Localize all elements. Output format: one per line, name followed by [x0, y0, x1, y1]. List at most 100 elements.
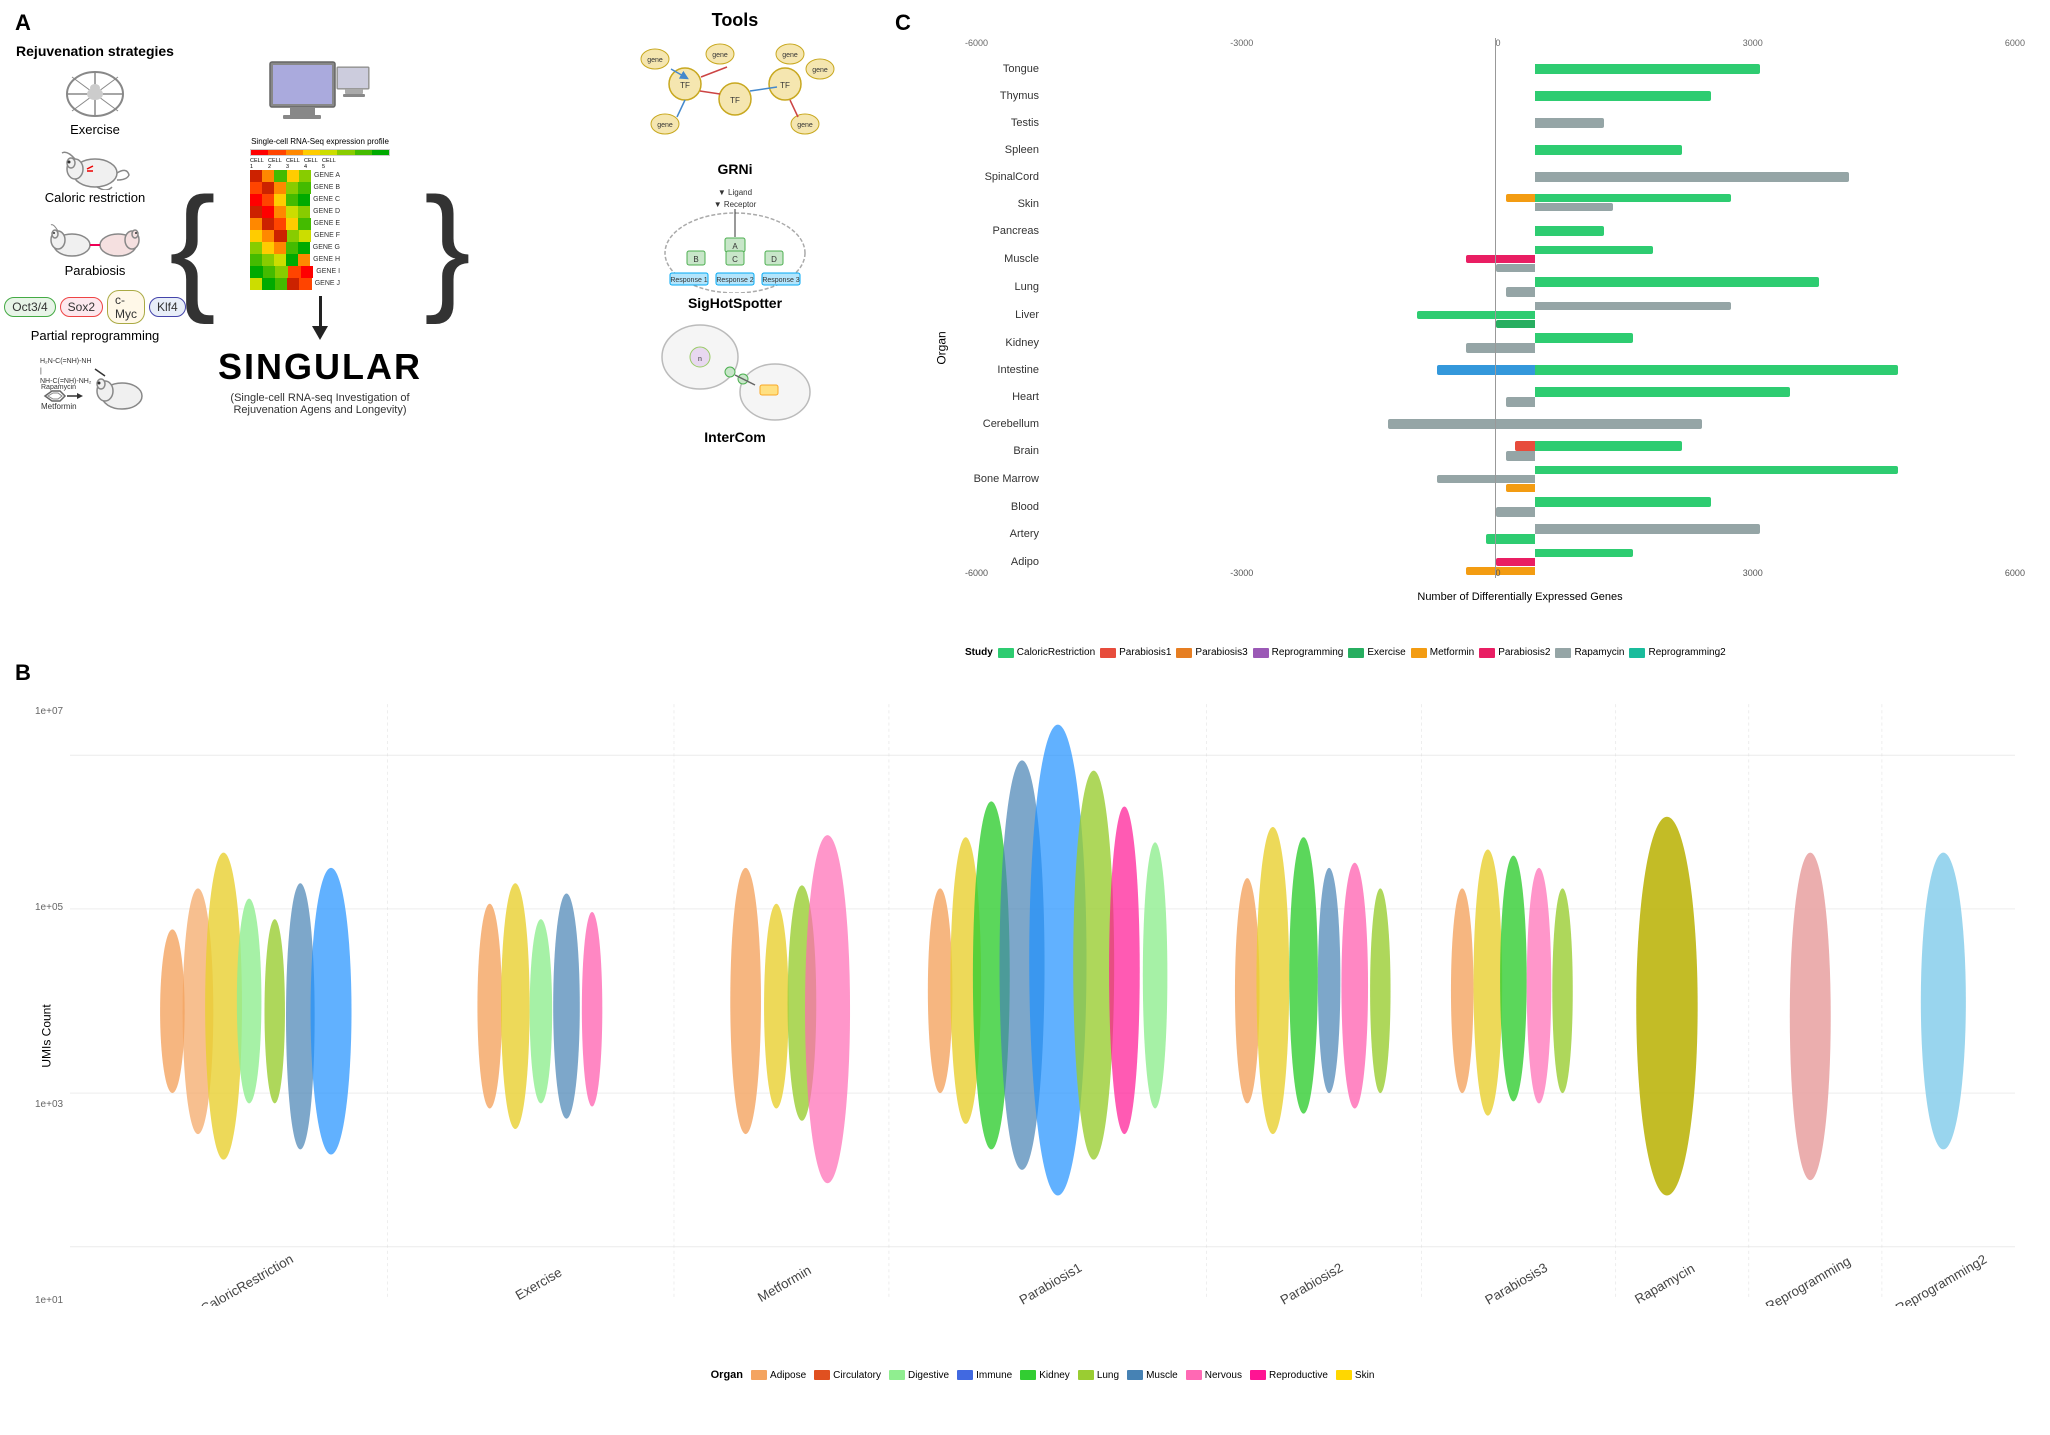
- legend-lung-b: Lung: [1078, 1370, 1119, 1381]
- sighotspotter-diagram: A B C D Response 1 Response 2 Respons: [635, 183, 835, 293]
- heatmap-title: Single-cell RNA-Seq expression profile: [251, 137, 389, 146]
- legend-caloric: CaloricRestriction: [998, 647, 1095, 658]
- legend-para2: Parabiosis2: [1479, 647, 1550, 658]
- svg-text:|: |: [40, 368, 42, 375]
- c-legend: Study CaloricRestriction Parabiosis1 Par…: [965, 647, 2030, 658]
- svg-text:CaloricRestriction: CaloricRestriction: [198, 1251, 296, 1306]
- svg-text:D: D: [771, 255, 777, 264]
- svg-text:TF: TF: [730, 96, 740, 105]
- svg-text:Reprogramming: Reprogramming: [1763, 1253, 1853, 1306]
- factor-sox: Sox2: [60, 297, 103, 317]
- caloric-mouse-icon: [57, 145, 132, 190]
- panel-c-label: C: [895, 10, 911, 36]
- right-section: Tools TF TF TF gene: [575, 10, 2035, 660]
- legend-adipose: Adipose: [751, 1370, 806, 1381]
- legend-metformin: Metformin: [1411, 647, 1474, 658]
- legend-para3: Parabiosis3: [1176, 647, 1247, 658]
- intercom-label: InterCom: [704, 429, 765, 445]
- metformin-rapamycin-icon: H₂N-C(=NH)-NH | NH-C(=NH)-NH₂: [40, 351, 150, 416]
- caloric-restriction-label: Caloric restriction: [45, 190, 145, 205]
- grni-diagram: TF TF TF gene gene gene gene: [635, 39, 835, 159]
- parabiosis-label: Parabiosis: [65, 263, 126, 278]
- panel-a: A Rejuvenation strategies: [15, 10, 575, 660]
- b-organ-legend: Organ Adipose Circulatory Digestive Immu…: [70, 1369, 2015, 1381]
- svg-text:Metformin: Metformin: [41, 402, 77, 411]
- c-bar-chart: -6000-3000030006000 Tongue: [965, 38, 2025, 578]
- reprogramming-item: Oct3/4 Sox2 c-Myc Klf4 Partial reprogram…: [4, 286, 185, 343]
- bottom-section: B UMIs Count 1e+07 1e+05 1e+03 1e+01: [0, 660, 2050, 1435]
- factors-row: Oct3/4 Sox2 c-Myc Klf4: [4, 290, 185, 324]
- legend-reprog: Reprogramming: [1253, 647, 1344, 658]
- legend-kidney-b: Kidney: [1020, 1370, 1070, 1381]
- svg-text:▼ Ligand: ▼ Ligand: [718, 188, 752, 197]
- exercise-item: Exercise: [55, 67, 135, 137]
- tools-section: Tools TF TF TF gene: [575, 10, 895, 660]
- intercom-diagram: n: [635, 317, 835, 427]
- svg-text:gene: gene: [797, 122, 813, 129]
- heatmap-grid: GENE A GENE B GENE C GENE D GENE E GENE …: [250, 170, 390, 290]
- legend-reproductive: Reproductive: [1250, 1370, 1328, 1381]
- sighotspotter-label: SigHotSpotter: [688, 295, 782, 311]
- grni-label: GRNi: [718, 161, 753, 177]
- panel-b-label: B: [15, 660, 2035, 686]
- b-violin-area: CaloricRestriction Exercise Metformin Pa…: [70, 696, 2015, 1306]
- svg-text:TF: TF: [780, 81, 790, 90]
- svg-text:Exercise: Exercise: [513, 1264, 565, 1302]
- c-y-axis-label: Organ: [935, 331, 949, 364]
- singular-subtitle: (Single-cell RNA-seq Investigation of Re…: [230, 392, 410, 416]
- svg-text:gene: gene: [812, 67, 828, 74]
- legend-reprog2: Reprogramming2: [1629, 647, 1725, 658]
- intercom-item: n InterCom: [635, 317, 835, 445]
- exercise-label: Exercise: [70, 122, 120, 137]
- svg-text:gene: gene: [782, 52, 798, 59]
- arrow-down: [312, 296, 328, 340]
- c-x-axis-title: Number of Differentially Expressed Genes: [1015, 591, 2025, 603]
- svg-text:Reprogramming2: Reprogramming2: [1893, 1252, 1989, 1306]
- violin-svg: CaloricRestriction Exercise Metformin Pa…: [70, 696, 2015, 1306]
- legend-rapamycin: Rapamycin: [1555, 647, 1624, 658]
- svg-text:H₂N-C(=NH)-NH: H₂N-C(=NH)-NH: [40, 358, 92, 365]
- svg-text:▼ Receptor: ▼ Receptor: [714, 200, 757, 209]
- caloric-restriction-item: Caloric restriction: [45, 145, 145, 205]
- svg-text:gene: gene: [657, 122, 673, 129]
- metformin-rapamycin-item: H₂N-C(=NH)-NH | NH-C(=NH)-NH₂: [40, 351, 150, 416]
- svg-text:Parabiosis2: Parabiosis2: [1278, 1260, 1346, 1306]
- legend-nervous-b: Nervous: [1186, 1370, 1242, 1381]
- tongue-bar-pos: [1535, 64, 1760, 74]
- parabiosis-item: Parabiosis: [50, 213, 140, 278]
- svg-text:n: n: [698, 356, 702, 363]
- svg-text:A: A: [732, 242, 738, 251]
- svg-text:gene: gene: [712, 52, 728, 59]
- panel-a-label: A: [15, 10, 31, 36]
- legend-exercise: Exercise: [1348, 647, 1405, 658]
- svg-text:Parabiosis1: Parabiosis1: [1017, 1260, 1085, 1306]
- reprogramming-label: Partial reprogramming: [31, 328, 160, 343]
- computer-icon: [265, 57, 375, 137]
- svg-text:Rapamycin: Rapamycin: [1632, 1261, 1697, 1306]
- legend-circulatory: Circulatory: [814, 1370, 881, 1381]
- rejuvenation-title: Rejuvenation strategies: [16, 43, 174, 59]
- svg-text:Response 3: Response 3: [762, 277, 799, 284]
- svg-text:Metformin: Metformin: [755, 1262, 814, 1305]
- legend-digestive: Digestive: [889, 1370, 949, 1381]
- tools-title: Tools: [712, 10, 759, 31]
- svg-text:Response 2: Response 2: [716, 277, 753, 284]
- panel-b-content: UMIs Count 1e+07 1e+05 1e+03 1e+01: [15, 686, 2035, 1386]
- grni-item: TF TF TF gene gene gene gene: [635, 39, 835, 177]
- svg-text:gene: gene: [647, 57, 663, 64]
- svg-text:C: C: [732, 255, 738, 264]
- factor-cmyc: c-Myc: [107, 290, 145, 324]
- svg-text:Rapamycin: Rapamycin: [41, 384, 76, 391]
- factor-oct: Oct3/4: [4, 297, 55, 317]
- legend-immune: Immune: [957, 1370, 1012, 1381]
- svg-text:Response 1: Response 1: [670, 277, 707, 284]
- b-y-ticks: 1e+07 1e+05 1e+03 1e+01: [35, 706, 63, 1306]
- main-container: A Rejuvenation strategies: [0, 0, 2050, 1435]
- svg-text:B: B: [693, 255, 698, 264]
- svg-text:TF: TF: [680, 81, 690, 90]
- sighotspotter-item: A B C D Response 1 Response 2 Respons: [635, 183, 835, 311]
- parabiosis-icon: [50, 213, 140, 263]
- legend-muscle-b: Muscle: [1127, 1370, 1178, 1381]
- singular-text: SINGULAR: [218, 346, 422, 388]
- exercise-icon: [55, 67, 135, 122]
